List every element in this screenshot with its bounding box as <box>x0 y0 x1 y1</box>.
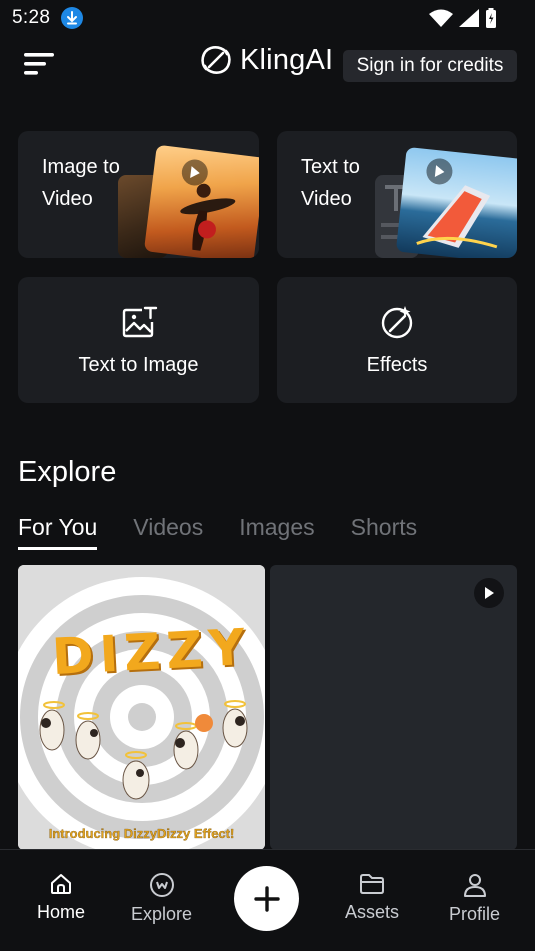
explore-tabs: For You Videos Images Shorts <box>18 514 417 550</box>
home-icon <box>51 874 71 894</box>
text-to-image-card[interactable]: Text to Image <box>18 277 259 403</box>
download-icon <box>61 7 83 29</box>
dizzy-caption: Introducing DizzyDizzy Effect! <box>48 826 235 841</box>
nav-home[interactable]: Home <box>37 872 85 923</box>
tab-images[interactable]: Images <box>239 514 314 550</box>
menu-button[interactable] <box>22 50 56 78</box>
video-play-badge[interactable] <box>474 578 504 608</box>
effects-card[interactable]: Effects <box>277 277 517 403</box>
plus-icon <box>253 885 280 912</box>
image-to-video-title: Image to Video <box>42 156 120 210</box>
text-to-image-label: Text to Image <box>78 353 199 376</box>
feed-card-dizzy[interactable]: DIZZY Introducing DizzyDizzy Effect! <box>18 565 265 850</box>
image-text-icon <box>122 306 157 337</box>
logo-text: KlingAI <box>240 43 334 76</box>
nav-assets-label: Assets <box>345 902 400 922</box>
effects-label: Effects <box>366 353 428 376</box>
dizzy-art-title: DIZZY <box>50 617 253 687</box>
wifi-icon <box>429 9 453 27</box>
sign-in-button[interactable]: Sign in for credits <box>343 50 517 82</box>
battery-icon <box>486 8 496 28</box>
image-to-video-card[interactable]: Image to Video <box>18 131 259 258</box>
status-time: 5:28 <box>12 7 51 28</box>
nav-profile[interactable]: Profile <box>449 872 500 925</box>
nav-profile-label: Profile <box>449 904 501 924</box>
folder-icon <box>360 874 385 894</box>
klingai-logo: KlingAI <box>198 42 333 78</box>
text-to-video-title: Text to Video <box>301 156 360 210</box>
text-to-video-card[interactable]: Text to Video <box>277 131 517 258</box>
nav-explore[interactable]: Explore <box>131 872 192 925</box>
nav-explore-label: Explore <box>131 904 193 924</box>
create-button[interactable] <box>234 866 299 931</box>
nav-home-label: Home <box>37 902 86 922</box>
status-bar: 5:28 <box>0 0 535 36</box>
profile-icon <box>463 874 486 897</box>
play-icon <box>485 587 494 599</box>
magic-wand-icon <box>381 305 413 338</box>
feed-card-video[interactable] <box>270 565 517 850</box>
explore-heading: Explore <box>18 456 117 488</box>
explore-icon <box>149 873 174 897</box>
text-to-video-preview <box>395 146 517 258</box>
image-to-video-preview <box>143 144 259 258</box>
menu-icon <box>24 53 54 75</box>
kling-logo-icon <box>201 46 231 74</box>
tab-videos[interactable]: Videos <box>133 514 203 550</box>
spiral-artwork <box>18 565 265 850</box>
signal-icon <box>459 9 479 27</box>
nav-assets[interactable]: Assets <box>345 872 399 923</box>
tab-for-you[interactable]: For You <box>18 514 98 550</box>
status-icons <box>429 8 497 28</box>
tab-shorts[interactable]: Shorts <box>351 514 417 550</box>
